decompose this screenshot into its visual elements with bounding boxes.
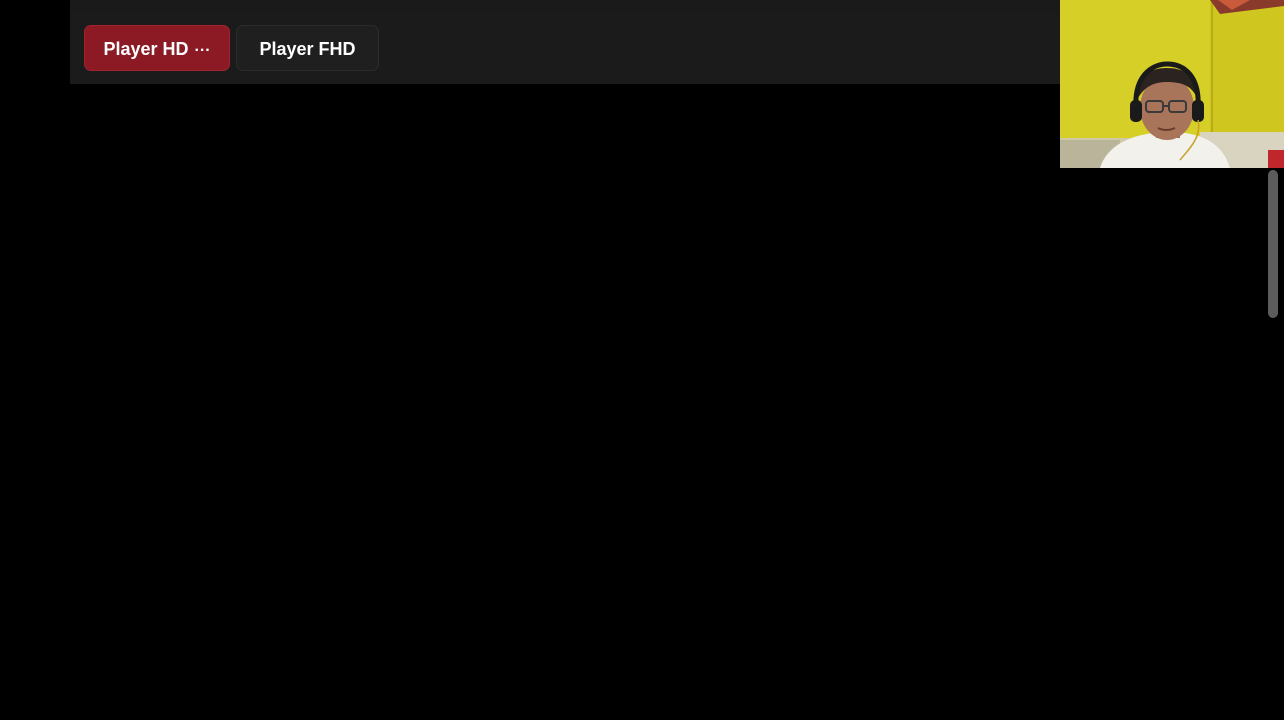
page: Player HD ··· Player FHD: [0, 0, 1284, 720]
video-player-area[interactable]: [70, 84, 1260, 720]
player-hd-tab[interactable]: Player HD ···: [84, 25, 230, 71]
webcam-feed-image: [1060, 0, 1284, 168]
webcam-overlay: [1060, 0, 1284, 168]
player-fhd-label: Player FHD: [259, 39, 356, 59]
ellipsis-icon[interactable]: ···: [195, 42, 211, 59]
scrollbar-thumb[interactable]: [1268, 170, 1278, 318]
player-selector-bar: Player HD ··· Player FHD: [70, 12, 1060, 84]
player-fhd-tab[interactable]: Player FHD: [236, 25, 379, 71]
scrollbar[interactable]: [1264, 168, 1284, 720]
player-hd-label: Player HD: [103, 39, 189, 59]
